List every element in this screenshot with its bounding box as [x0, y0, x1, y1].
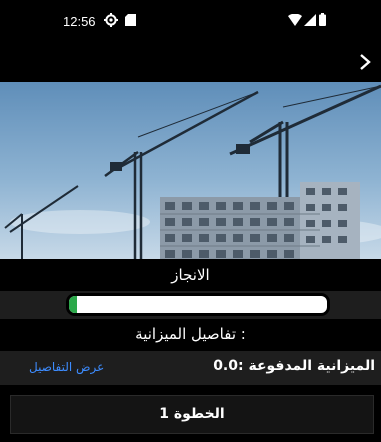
hero-image [0, 82, 381, 259]
construction-photo [0, 82, 381, 259]
wifi-icon [288, 14, 302, 26]
view-details-link[interactable]: عرض التفاصيل [29, 360, 104, 374]
signal-icon [304, 14, 316, 26]
budget-details-title: تفاصيل الميزانية : [0, 319, 381, 351]
budget-paid: الميزانية المدفوعة :0.0 [213, 358, 375, 374]
app-bar [0, 42, 381, 82]
progress-title: الانجاز [0, 259, 381, 291]
budget-paid-value: 0.0 [213, 358, 238, 374]
budget-paid-label: الميزانية المدفوعة : [238, 358, 375, 374]
step-label: الخطوة 1 [159, 406, 225, 422]
progress-fill [69, 296, 77, 313]
status-bar: 12:56 [0, 0, 381, 42]
gear-icon [104, 13, 118, 27]
progress-section [0, 291, 381, 319]
status-time: 12:56 [63, 14, 96, 29]
budget-paid-row: الميزانية المدفوعة :0.0 عرض التفاصيل [0, 351, 381, 385]
sd-card-icon [125, 14, 136, 26]
step-item[interactable]: الخطوة 1 [10, 395, 374, 434]
chevron-right-icon[interactable] [355, 50, 375, 74]
progress-bar [66, 293, 330, 316]
battery-icon [319, 13, 326, 26]
